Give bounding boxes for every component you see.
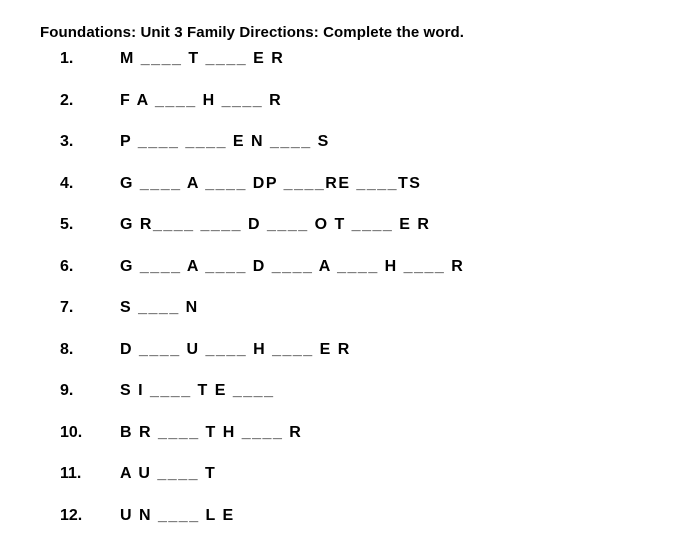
item-word: S ____ N	[120, 299, 199, 316]
list-item: 3. P ____ ____ E N ____ S	[0, 133, 678, 157]
list-item: 2. F A ____ H ____ R	[0, 92, 678, 116]
item-word: D ____ U ____ H ____ E R	[120, 341, 351, 358]
list-item: 7. S ____ N	[0, 299, 678, 323]
item-number: 9.	[60, 382, 74, 399]
item-number: 6.	[60, 258, 74, 275]
item-number: 3.	[60, 133, 74, 150]
item-number: 8.	[60, 341, 74, 358]
list-item: 11. A U ____ T	[0, 465, 678, 489]
item-number: 5.	[60, 216, 74, 233]
list-item: 10. B R ____ T H ____ R	[0, 424, 678, 448]
item-word: G ____ A ____ DP ____RE ____TS	[120, 175, 422, 192]
item-word: F A ____ H ____ R	[120, 92, 283, 109]
item-number: 11.	[60, 465, 82, 482]
item-number: 2.	[60, 92, 74, 109]
item-word: M ____ T ____ E R	[120, 50, 285, 67]
list-item: 12. U N ____ L E	[0, 507, 678, 531]
item-number: 10.	[60, 424, 83, 441]
list-item: 8. D ____ U ____ H ____ E R	[0, 341, 678, 365]
item-number: 7.	[60, 299, 74, 316]
list-item: 6. G ____ A ____ D ____ A ____ H ____ R	[0, 258, 678, 282]
item-word: G ____ A ____ D ____ A ____ H ____ R	[120, 258, 465, 275]
list-item: 4. G ____ A ____ DP ____RE ____TS	[0, 175, 678, 199]
item-word: G R____ ____ D ____ O T ____ E R	[120, 216, 431, 233]
item-number: 1.	[60, 50, 74, 67]
list-item: 9. S I ____ T E ____	[0, 382, 678, 406]
item-number: 12.	[60, 507, 83, 524]
item-word: B R ____ T H ____ R	[120, 424, 303, 441]
item-word: S I ____ T E ____	[120, 382, 275, 399]
item-word: A U ____ T	[120, 465, 217, 482]
list-item: 5. G R____ ____ D ____ O T ____ E R	[0, 216, 678, 240]
item-number: 4.	[60, 175, 74, 192]
word-list: 1. M ____ T ____ E R 2. F A ____ H ____ …	[0, 0, 678, 559]
list-item: 1. M ____ T ____ E R	[0, 50, 678, 74]
item-word: P ____ ____ E N ____ S	[120, 133, 330, 150]
item-word: U N ____ L E	[120, 507, 235, 524]
